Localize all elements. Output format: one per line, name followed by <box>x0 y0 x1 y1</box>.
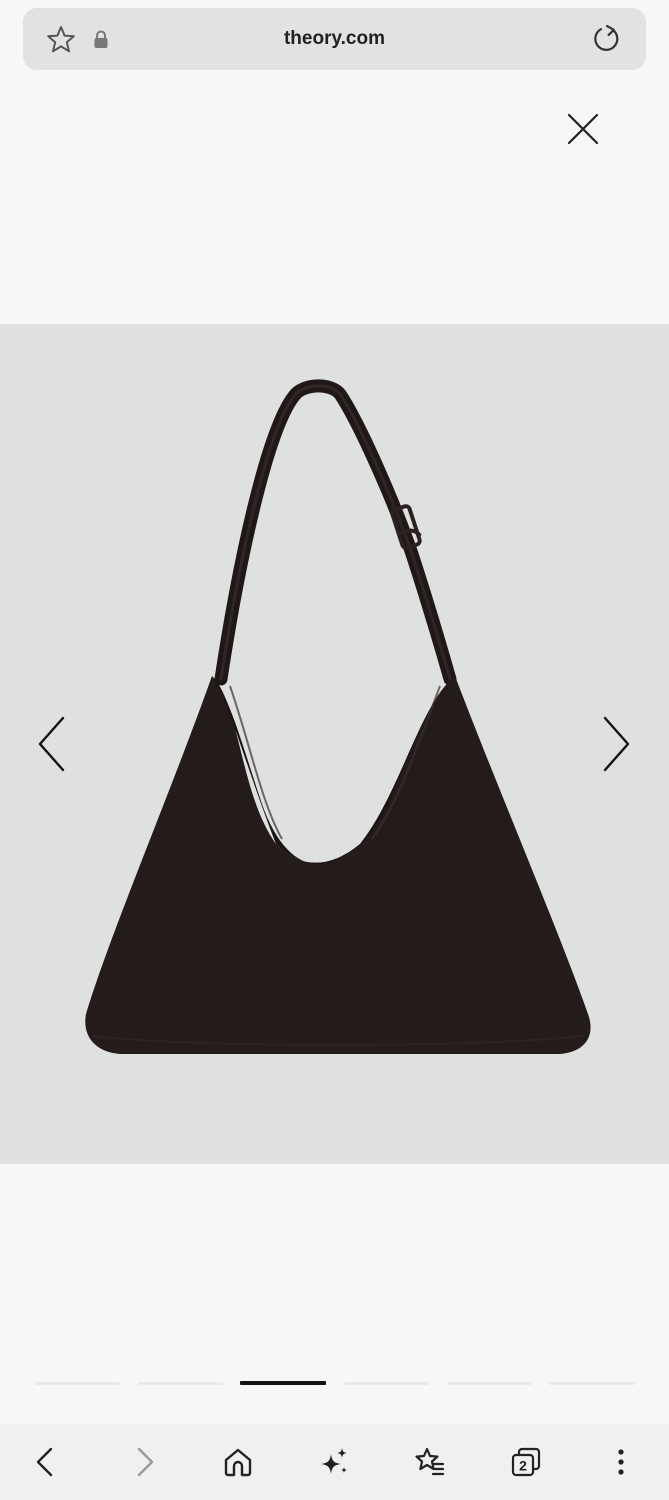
address-bar[interactable]: theory.com <box>23 8 646 70</box>
browser-top-bar: theory.com <box>0 0 669 76</box>
forward-arrow-icon <box>137 1447 154 1477</box>
tabs-button[interactable]: 2 <box>502 1438 550 1486</box>
browser-bottom-toolbar: 2 <box>0 1424 669 1500</box>
more-menu-button[interactable] <box>597 1438 645 1486</box>
product-image-gallery[interactable] <box>0 324 669 1164</box>
sparkle-icon <box>321 1448 347 1474</box>
page-indicator[interactable] <box>344 1382 429 1385</box>
gallery-pagination <box>0 1380 669 1388</box>
page-indicator[interactable] <box>447 1382 532 1385</box>
reload-icon[interactable] <box>591 23 623 55</box>
more-vertical-icon <box>618 1449 624 1475</box>
ai-assistant-button[interactable] <box>310 1438 358 1486</box>
close-icon <box>567 113 599 145</box>
back-button[interactable] <box>22 1438 70 1486</box>
page-indicator[interactable] <box>549 1382 635 1385</box>
previous-image-button[interactable] <box>27 708 77 778</box>
home-icon <box>224 1448 252 1477</box>
bookmarks-star-icon <box>415 1447 445 1476</box>
page-indicator[interactable] <box>138 1382 223 1385</box>
chevron-right-icon <box>603 716 630 772</box>
back-arrow-icon <box>36 1447 53 1477</box>
page-indicator[interactable] <box>35 1382 120 1385</box>
chevron-left-icon <box>38 716 65 772</box>
url-text[interactable]: theory.com <box>23 8 646 70</box>
page-indicator-active[interactable] <box>240 1381 326 1385</box>
home-button[interactable] <box>214 1438 262 1486</box>
forward-button[interactable] <box>120 1438 168 1486</box>
bookmarks-button[interactable] <box>406 1438 454 1486</box>
tab-count: 2 <box>519 1458 527 1474</box>
close-button[interactable] <box>561 107 605 151</box>
product-image <box>85 379 591 1054</box>
tabs-icon: 2 <box>511 1447 541 1477</box>
next-image-button[interactable] <box>591 708 641 778</box>
